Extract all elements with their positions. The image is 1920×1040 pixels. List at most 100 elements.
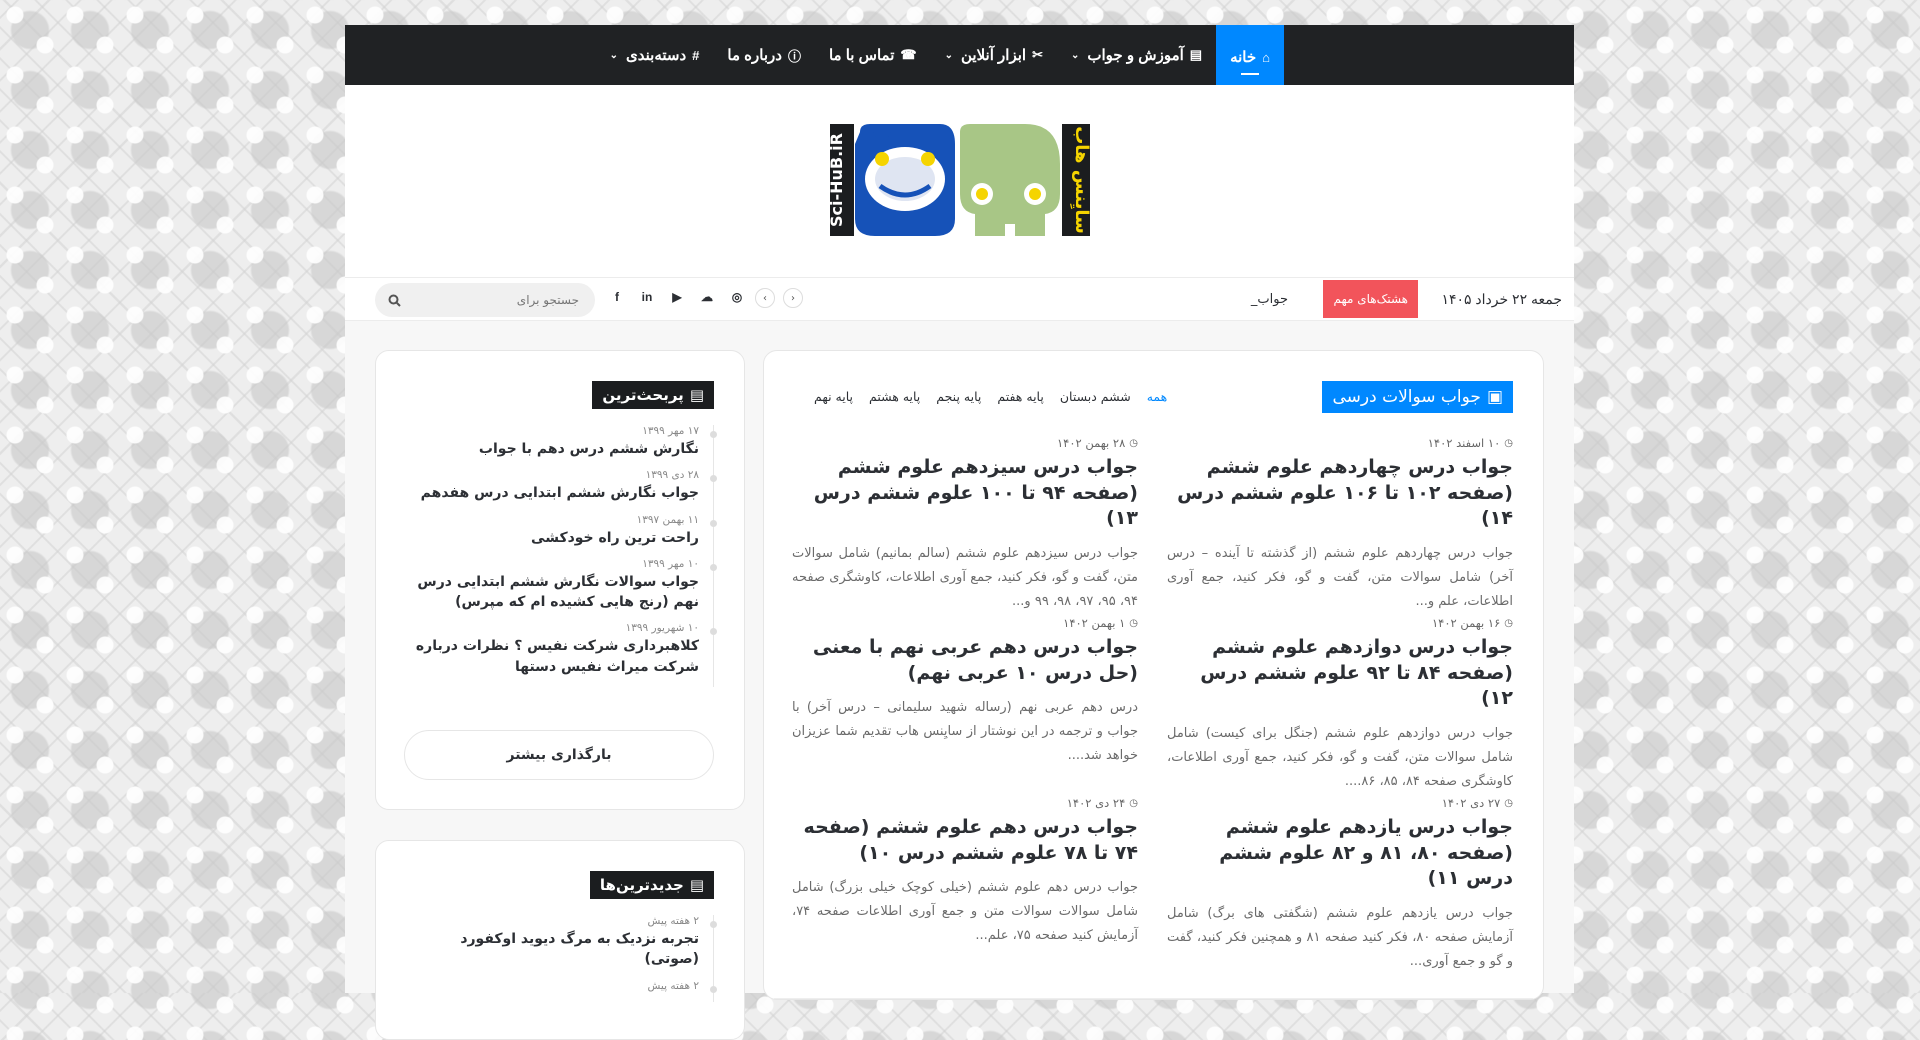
news-ticker[interactable]: جواب_ [1251,278,1288,320]
chevron-left-icon: ‹ [763,292,767,304]
lessons-section: ▣ جواب سوالات درسی همه ششم دبستان پایه هفت… [763,350,1544,1000]
post-title[interactable]: جواب درس یازدهم علوم ششم (صفحه ۸۰، ۸۱ و … [1167,815,1513,892]
popular-list: ۱۷ مهر ۱۳۹۹ نگارش ششم درس دهم با جواب ۲۸ د… [404,425,717,688]
chevron-down-icon: ⌄ [1070,49,1080,61]
post-date: ◷ ۱۰ اسفند ۱۴۰۲ [1167,435,1513,451]
item-date: ۲۸ دی ۱۳۹۹ [645,469,699,482]
clock-icon: ◷ [1129,437,1138,449]
info-icon: ⓘ [787,48,801,64]
post-card: ◷ ۲۷ دی ۱۴۰۲ جواب درس یازدهم علوم ششم (صفح… [1167,795,1513,974]
nav-item-1[interactable]: ▤ آموزش و جواب ⌄ [1057,25,1216,85]
list-item: ۱۷ مهر ۱۳۹۹ نگارش ششم درس دهم با جواب [404,425,717,459]
facebook-icon[interactable]: f [609,289,625,305]
book-reader-icon: ▣ [1486,387,1503,407]
post-date-text: ۲۷ دی ۱۴۰۲ [1441,796,1501,810]
list-item: ۱۰ مهر ۱۳۹۹ جواب سوالات نگارش ششم ابتدایی… [404,557,717,613]
nav-item-5[interactable]: # دسته‌بندی ⌄ [596,25,714,85]
nav-item-3[interactable]: ☎ تماس با ما [815,25,931,85]
post-date: ◷ ۲۴ دی ۱۴۰۲ [792,795,1138,811]
post-excerpt: جواب درس چهاردهم علوم ششم (از گذشته تا آ… [1167,545,1513,610]
item-title[interactable]: نگارش ششم درس دهم با جواب [404,439,699,459]
youtube-icon[interactable]: ▶ [669,289,685,305]
post-date: ◷ ۱ بهمن ۱۴۰۲ [792,615,1138,631]
fax-icon: ☎ [900,47,917,62]
nav-item-label: ابزار آنلاین [960,47,1027,64]
search-icon[interactable] [383,289,405,311]
post-card: ◷ ۱۶ بهمن ۱۴۰۲ جواب درس دوازدهم علوم ششم (… [1167,615,1513,794]
list-item: ۲۸ دی ۱۳۹۹ جواب نگارش ششم ابتدایی درس هفد… [404,469,717,503]
page-container: ⌂ خانه ▤ آموزش و جواب ⌄ ✂ ابزار آنلاین ⌄ ☎ تماس ب… [345,25,1574,1040]
list-item: ۱۰ شهریور ۱۳۹۹ کلاهبرداری شرکت نفیس ؟ نظر… [404,622,717,677]
post-date-text: ۱۰ اسفند ۱۴۰۲ [1427,436,1501,450]
latest-widget-title: ▤ جدیدترین‌ها [589,871,714,899]
hashtag-icon: # [692,47,700,63]
post-title[interactable]: جواب درس دوازدهم علوم ششم (صفحه ۸۴ تا ۹۲… [1167,635,1513,712]
post-date-text: ۲۸ بهمن ۱۴۰۲ [1056,436,1126,450]
logo-right-text: سایِنس هاب [1069,126,1090,234]
instagram-icon[interactable]: ◎ [729,289,745,305]
nav-item-label: درباره ما [727,47,782,64]
tools-icon: ✂ [1032,47,1043,62]
post-card: ◷ ۱ بهمن ۱۴۰۲ جواب درس دهم عربی نهم با معن… [792,615,1138,768]
post-date-text: ۱۶ بهمن ۱۴۰۲ [1431,616,1501,630]
post-date-text: ۲۴ دی ۱۴۰۲ [1066,796,1126,810]
site-logo[interactable]: سایِنس هاب Sci-HuB.iR [830,124,1090,236]
post-title[interactable]: جواب درس دهم عربی نهم با معنی (حل درس ۱۰… [792,635,1138,686]
nav-item-4[interactable]: ⓘ درباره ما [713,25,815,85]
item-date: ۱۰ شهریور ۱۳۹۹ [625,622,699,635]
item-title[interactable]: کلاهبرداری شرکت نفیس ؟ نظرات درباره شرکت… [404,636,699,677]
nav-item-label: خانه [1230,49,1257,66]
document-icon: ▤ [689,876,704,894]
item-date: ۱۷ مهر ۱۳۹۹ [642,425,699,437]
item-date: ۱۰ مهر ۱۳۹۹ [642,557,699,570]
section-title[interactable]: ▣ جواب سوالات درسی [1322,381,1513,413]
current-date: جمعه ۲۲ خرداد ۱۴۰۵ [1441,290,1562,307]
home-icon: ⌂ [1262,49,1270,65]
tab-1[interactable]: ششم دبستان [1060,389,1131,404]
clock-icon: ◷ [1504,797,1513,809]
item-title[interactable]: جواب سوالات نگارش ششم ابتدایی درس نهم (ر… [404,572,699,613]
item-date: ۲ هفته پیش [647,979,699,992]
post-title[interactable]: جواب درس دهم علوم ششم (صفحه ۷۴ تا ۷۸ علو… [792,815,1138,866]
tab-5[interactable]: پایه نهم [814,389,853,404]
list-item: ۱۱ بهمن ۱۳۹۷ راحت ترین راه خودکشی [404,514,717,548]
social-links: f in ▶ ☁ ◎ [609,289,745,305]
nav-item-0[interactable]: ⌂ خانه [1216,25,1284,89]
chevron-right-icon: › [791,292,795,304]
load-more-button[interactable]: بارگذاری بیشتر [404,730,714,780]
clock-icon: ◷ [1129,617,1138,629]
tab-0[interactable]: همه [1147,389,1168,404]
chevron-down-icon: ⌄ [944,49,953,61]
latest-widget: ▤ جدیدترین‌ها ۲ هفته پیش تجربه نزدیک به م… [375,840,745,1040]
post-excerpt: جواب درس دوازدهم علوم ششم (جنگل برای کیس… [1167,725,1513,790]
post-date-text: ۱ بهمن ۱۴۰۲ [1063,616,1126,630]
item-date: ۲ هفته پیش [647,915,699,927]
site-header: سایِنس هاب Sci-HuB.iR [345,85,1574,277]
tab-2[interactable]: پایه هفتم [997,389,1043,404]
post-card: ◷ ۱۰ اسفند ۱۴۰۲ جواب درس چهاردهم علوم ششم … [1167,435,1513,614]
item-title[interactable]: جواب نگارش ششم ابتدایی درس هفدهم [404,483,699,503]
search-input[interactable] [415,293,595,307]
item-title[interactable]: تجربه نزدیک به مرگ دیوید اوکفورد (صوتی) [404,929,699,970]
book-icon: ▤ [1189,47,1203,62]
post-excerpt: جواب درس دهم علوم ششم (خیلی کوچک خیلی بز… [792,880,1138,944]
search-form [375,283,595,317]
tab-4[interactable]: پایه هشتم [869,389,920,404]
ticker-prev-button[interactable]: ‹ [755,288,775,308]
post-title[interactable]: جواب درس چهاردهم علوم ششم (صفحه ۱۰۲ تا ۱… [1167,455,1513,532]
soundcloud-icon[interactable]: ☁ [699,289,715,305]
document-icon: ▤ [689,386,704,404]
linkedin-icon[interactable]: in [639,289,655,305]
section-title-label: جواب سوالات درسی [1332,387,1481,407]
list-item: ۲ هفته پیش تجربه نزدیک به مرگ دیوید اوکفو… [404,915,717,970]
tab-3[interactable]: پایه پنجم [936,389,981,404]
post-card: ◷ ۲۴ دی ۱۴۰۲ جواب درس دهم علوم ششم (صفحه ۷… [792,795,1138,948]
ticker-next-button[interactable]: › [783,288,803,308]
nav-item-label: دسته‌بندی [626,47,687,64]
hashtags-badge[interactable]: هشتک‌های مهم [1323,280,1418,318]
item-title[interactable]: راحت ترین راه خودکشی [404,528,699,548]
post-title[interactable]: جواب درس سیزدهم علوم ششم (صفحه ۹۴ تا ۱۰۰… [792,455,1138,532]
nav-item-label: آموزش و جواب [1087,47,1184,64]
nav-item-2[interactable]: ✂ ابزار آنلاین ⌄ [931,25,1057,85]
nav-menu: ⌂ خانه ▤ آموزش و جواب ⌄ ✂ ابزار آنلاین ⌄ ☎ تماس ب… [55,25,1284,89]
